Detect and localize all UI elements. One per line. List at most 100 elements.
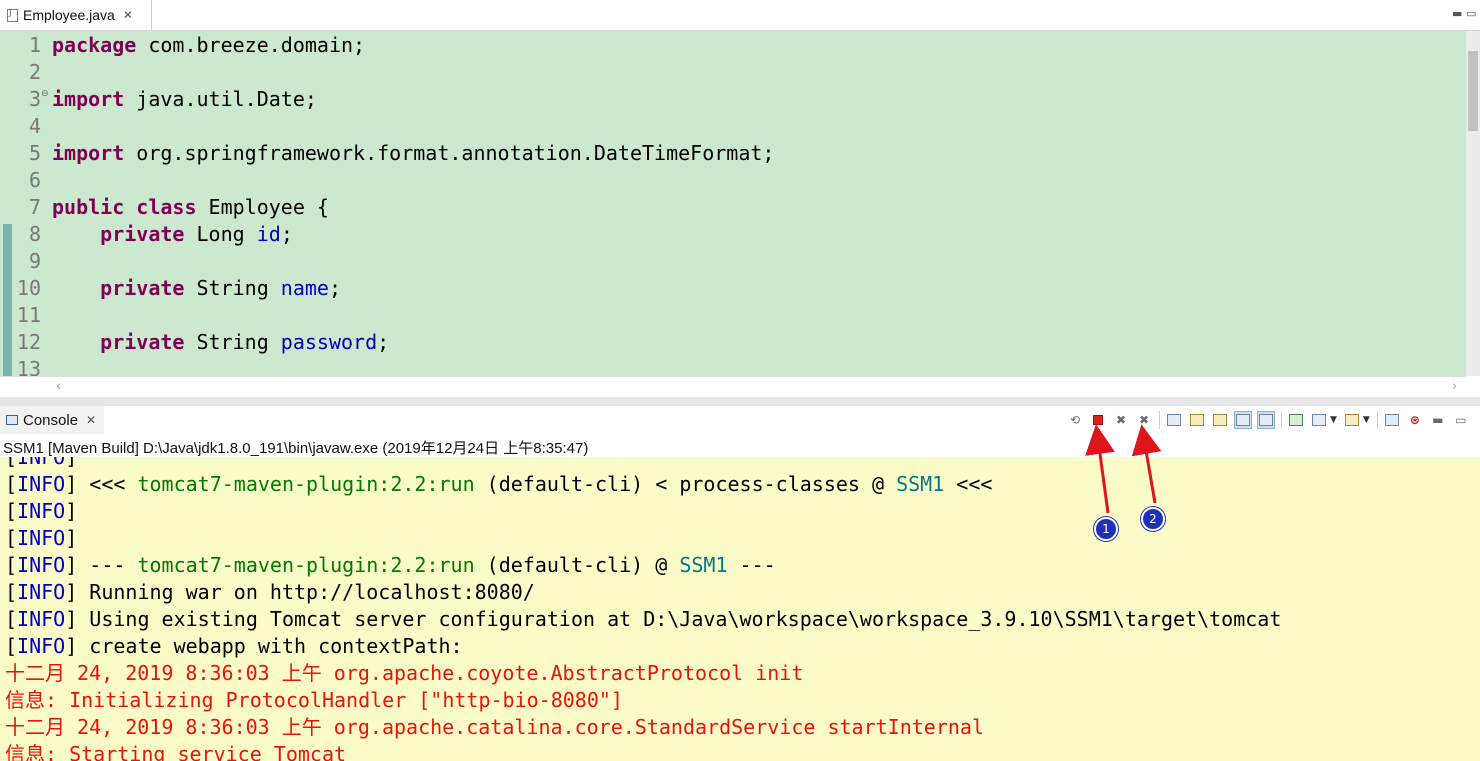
console-tab-bar: Console ✕ ⟲ ✖ ✖ ▼ ▼ ⊛ ▬ ▭ <box>0 406 1480 434</box>
console-line: 信息: Starting service Tomcat <box>5 741 1281 761</box>
code-text: import org.springframework.format.annota… <box>52 141 774 165</box>
toolbar-separator <box>1376 411 1378 429</box>
minimize-icon[interactable]: ▬ <box>1452 7 1462 20</box>
line-number: 9 <box>28 249 41 273</box>
editor-tab-bar: Employee.java ✕ ▬ ▭ <box>0 0 1480 31</box>
log-level-label: INFO <box>17 499 66 523</box>
line-number: 1 <box>28 33 41 57</box>
code-line[interactable]: 2 <box>0 58 1466 85</box>
close-icon[interactable]: ✕ <box>86 413 96 427</box>
code-token: ; <box>377 330 390 354</box>
line-number: 13 <box>16 357 41 376</box>
keyword-token: import <box>52 141 125 165</box>
console-text: [ <box>5 553 18 577</box>
log-level-label: INFO <box>17 634 66 658</box>
console-output[interactable]: [INFO] [INFO] <<< tomcat7-maven-plugin:2.… <box>0 457 1480 761</box>
code-line[interactable]: 13 <box>0 355 1466 376</box>
code-line[interactable]: 7 public class Employee { <box>0 193 1466 220</box>
maximize-icon[interactable]: ▭ <box>1452 411 1470 429</box>
show-on-stdout-icon[interactable] <box>1234 411 1252 429</box>
code-token: ; <box>328 276 342 300</box>
code-line[interactable]: 5 import org.springframework.format.annot… <box>0 139 1466 166</box>
keyword-token: class <box>136 195 197 219</box>
console-text: (default-cli) < process-classes @ <box>474 472 897 496</box>
line-number: 4 <box>28 114 41 138</box>
remove-launch-icon[interactable]: ✖ <box>1112 411 1130 429</box>
stderr-text: 十二月 24, 2019 8:36:03 上午 org.apache.coyot… <box>5 661 804 685</box>
scroll-left-icon[interactable]: ‹ <box>56 379 61 394</box>
line-number: 2 <box>28 60 41 84</box>
console-text: ] Using existing Tomcat server configura… <box>65 607 1282 631</box>
console-line: [INFO] create webapp with contextPath: <box>5 633 1281 660</box>
display-selected-console-icon[interactable] <box>1310 411 1328 429</box>
log-level-label: INFO <box>17 553 66 577</box>
close-icon[interactable]: ✕ <box>123 8 133 22</box>
line-number: 5 <box>28 141 41 165</box>
toolbar-separator <box>1159 411 1160 429</box>
field-token: name <box>280 276 329 300</box>
maven-icon[interactable]: ⊛ <box>1406 411 1424 429</box>
code-line[interactable]: 11 <box>0 301 1466 328</box>
console-line: 十二月 24, 2019 8:36:03 上午 org.apache.catal… <box>5 714 1281 741</box>
code-line[interactable]: 4 <box>0 112 1466 139</box>
code-line[interactable]: 10 private String name; <box>0 274 1466 301</box>
editor-vertical-scrollbar[interactable] <box>1466 31 1480 376</box>
scroll-right-icon[interactable]: › <box>1452 379 1457 394</box>
console-icon <box>6 415 18 425</box>
scroll-lock-icon[interactable] <box>1188 411 1206 429</box>
chevron-down-icon[interactable]: ▼ <box>1363 415 1370 425</box>
word-wrap-icon[interactable] <box>1211 411 1229 429</box>
console-line: [INFO] --- tomcat7-maven-plugin:2.2:run … <box>5 552 1281 579</box>
console-text: [ <box>5 457 18 469</box>
console-text: [ <box>5 499 18 523</box>
fold-toggle-icon[interactable]: ⊖ <box>41 89 49 99</box>
code-line[interactable]: 9 <box>0 247 1466 274</box>
editor-tab-employee-java[interactable]: Employee.java ✕ <box>0 0 152 30</box>
code-line[interactable]: 6 <box>0 166 1466 193</box>
console-tab-label: Console <box>23 411 79 429</box>
console-text: [ <box>5 526 18 550</box>
code-text: private String password; <box>52 330 389 354</box>
open-console-icon[interactable] <box>1343 411 1361 429</box>
console-line: 信息: Initializing ProtocolHandler ["http-… <box>5 687 1281 714</box>
scrollbar-thumb[interactable] <box>1468 51 1478 131</box>
console-line: 十二月 24, 2019 8:36:03 上午 org.apache.coyot… <box>5 660 1281 687</box>
copy-icon[interactable] <box>1383 411 1401 429</box>
console-line: [INFO] <box>5 457 1281 471</box>
maximize-icon[interactable]: ▭ <box>1466 7 1476 20</box>
console-text: [ <box>5 580 18 604</box>
code-line[interactable]: 1 package com.breeze.domain; <box>0 31 1466 58</box>
console-tab[interactable]: Console ✕ <box>0 406 104 434</box>
chevron-down-icon[interactable]: ▼ <box>1330 415 1337 425</box>
terminate-icon[interactable] <box>1089 411 1107 429</box>
code-text: private String name; <box>52 276 341 300</box>
code-token: String <box>184 330 281 354</box>
keyword-token: import <box>52 87 125 111</box>
console-text: --- <box>727 553 776 577</box>
remove-all-terminated-icon[interactable]: ✖ <box>1135 411 1153 429</box>
code-line[interactable]: 12 private String password; <box>0 328 1466 355</box>
console-line: [INFO] Running war on http://localhost:8… <box>5 579 1281 606</box>
pin-console-icon[interactable]: ⟲ <box>1066 411 1084 429</box>
log-level-label: INFO <box>17 580 66 604</box>
pin-icon[interactable] <box>1287 411 1305 429</box>
line-number: 10 <box>16 276 41 300</box>
java-file-icon <box>7 8 18 22</box>
console-text: ] <box>65 526 78 550</box>
console-text: [ <box>5 634 18 658</box>
code-line[interactable]: 3 ⊖ import java.util.Date; <box>0 85 1466 112</box>
clear-console-icon[interactable] <box>1165 411 1183 429</box>
code-token: Long <box>184 222 257 246</box>
keyword-token: private <box>100 222 185 246</box>
toolbar-separator <box>1281 411 1282 429</box>
code-editor[interactable]: 1 package com.breeze.domain; 2 3 ⊖ import jav… <box>0 31 1480 376</box>
editor-horizontal-scrollbar[interactable]: ‹ › <box>0 376 1466 397</box>
console-lines: [INFO] [INFO] <<< tomcat7-maven-plugin:2.… <box>5 457 1281 761</box>
code-line[interactable]: 8 private Long id; <box>0 220 1466 247</box>
minimize-icon[interactable]: ▬ <box>1429 411 1447 429</box>
code-token: com.breeze.domain; <box>136 33 366 57</box>
show-on-stderr-icon[interactable] <box>1257 411 1275 429</box>
